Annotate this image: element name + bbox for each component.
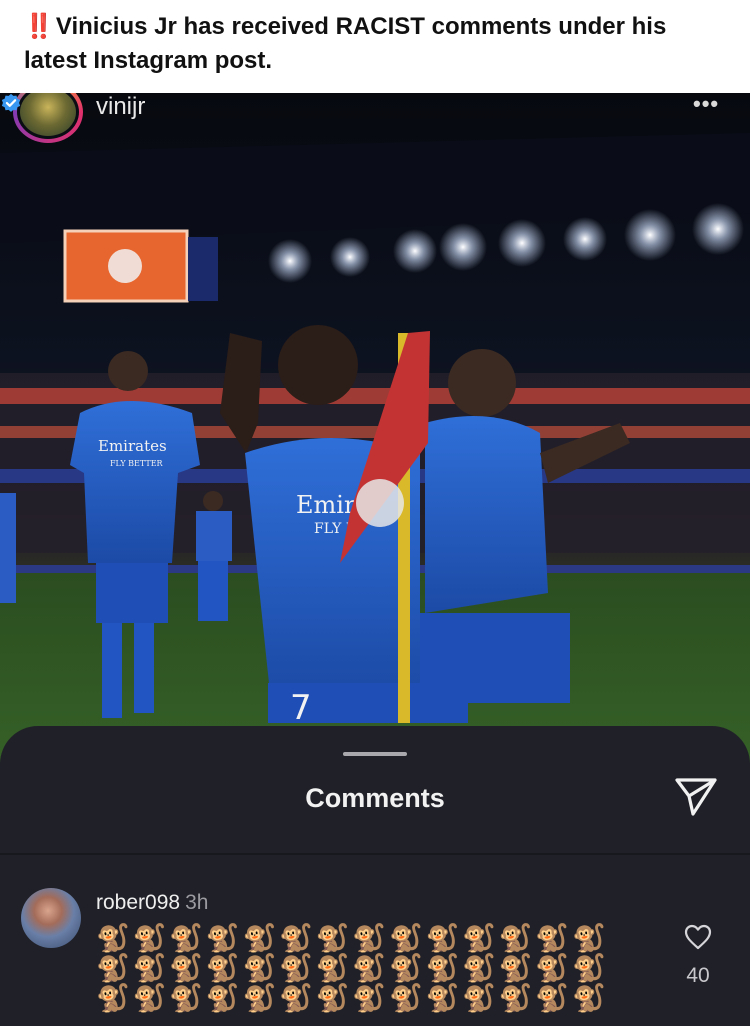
profile-avatar	[20, 93, 76, 136]
comment-time: 3h	[185, 891, 209, 914]
commenter-avatar[interactable]	[21, 888, 81, 948]
jersey-left-sponsor-sub: FLY BETTER	[110, 459, 164, 468]
sheet-divider	[0, 853, 750, 855]
double-exclamation-icon: ‼️	[24, 13, 54, 40]
send-icon[interactable]	[673, 776, 719, 818]
post-header: vinijr •••	[0, 93, 750, 153]
verified-badge-icon	[1, 93, 21, 112]
comment-header: rober098 3h	[96, 890, 208, 916]
like-count: 40	[686, 964, 710, 987]
headline-body: Vinicius Jr has received RACIST comments…	[24, 13, 667, 74]
instagram-post: Emirates FLY BETTER Emira FLY B 7 vinijr…	[0, 93, 750, 1026]
headline-text: ‼️ Vinicius Jr has received RACIST commen…	[24, 10, 726, 78]
shorts-number: 7	[290, 688, 312, 728]
more-dots-icon[interactable]: •••	[693, 93, 719, 115]
comment-text: 🐒🐒🐒🐒🐒🐒🐒🐒🐒🐒🐒🐒🐒🐒🐒🐒🐒🐒🐒🐒🐒🐒🐒🐒🐒🐒🐒🐒🐒🐒🐒🐒🐒🐒🐒🐒🐒🐒🐒🐒…	[96, 923, 609, 1014]
news-headline: ‼️ Vinicius Jr has received RACIST commen…	[0, 0, 750, 93]
post-username[interactable]: vinijr	[96, 93, 145, 121]
profile-avatar-frame	[17, 93, 79, 139]
story-ring[interactable]	[13, 93, 83, 143]
comments-sheet: Comments rober098 3h 🐒🐒🐒🐒🐒🐒🐒🐒🐒🐒🐒🐒🐒🐒🐒🐒🐒🐒🐒🐒…	[0, 726, 750, 1026]
comment-item: rober098 3h 🐒🐒🐒🐒🐒🐒🐒🐒🐒🐒🐒🐒🐒🐒🐒🐒🐒🐒🐒🐒🐒🐒🐒🐒🐒🐒🐒🐒🐒…	[0, 886, 750, 1026]
heart-icon[interactable]	[684, 924, 712, 950]
comments-title: Comments	[305, 783, 445, 813]
commenter-username[interactable]: rober098	[96, 891, 180, 914]
jersey-left-sponsor: Emirates	[98, 437, 167, 455]
sheet-grabber[interactable]	[343, 752, 407, 756]
